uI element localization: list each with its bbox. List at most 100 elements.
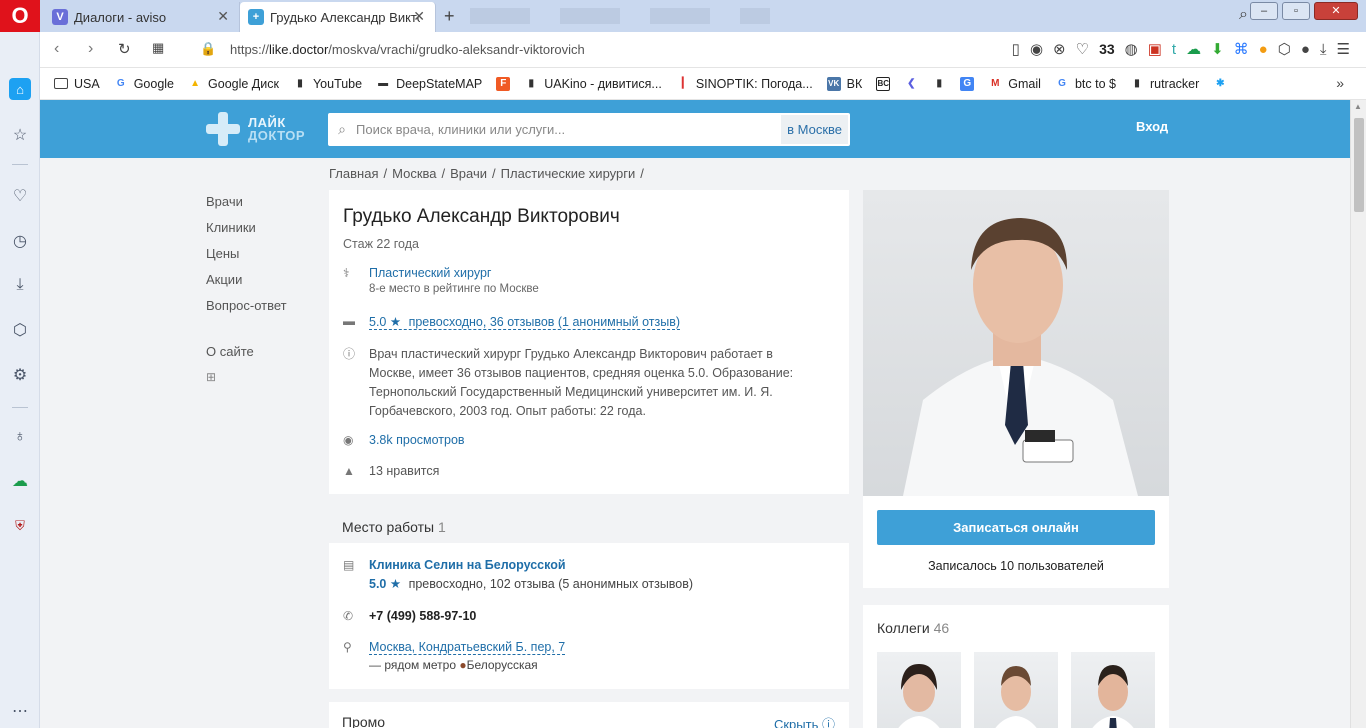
clinic-card: ▤ Клиника Селин на Белорусской 5.0 ★ пре…	[329, 543, 849, 689]
close-window-button[interactable]: ✕	[1314, 2, 1358, 20]
bookmark-vk[interactable]: VK ВК	[826, 76, 862, 91]
tab-search-icon[interactable]: ⌕	[1239, 6, 1248, 24]
colleague-photo[interactable]	[974, 652, 1058, 728]
rating-text: превосходно, 36 отзывов (1 анонимный отз…	[408, 315, 681, 329]
bitcoin-extension-icon[interactable]: ●	[1259, 41, 1268, 58]
back-icon[interactable]: ‹	[54, 40, 59, 58]
close-tab-icon[interactable]: ✕	[217, 8, 229, 25]
book-online-button[interactable]: Записаться онлайн	[877, 510, 1155, 545]
clinic-address[interactable]: Москва, Кондратьевский Б. пер, 7	[369, 640, 566, 655]
colleague-portrait-image	[898, 664, 940, 728]
nav-clinics[interactable]: Клиники	[206, 220, 287, 246]
breadcrumb-separator: /	[492, 166, 496, 181]
pdf-extension-icon[interactable]: ▣	[1148, 40, 1162, 58]
cube-extension-icon[interactable]: ⬡	[1278, 40, 1291, 58]
nav-qa[interactable]: Вопрос-ответ	[206, 298, 287, 324]
minimize-button[interactable]: –	[1250, 2, 1278, 20]
bookmark-bc[interactable]: BC	[876, 76, 891, 91]
scrollbar-thumb[interactable]	[1354, 118, 1364, 212]
easy-setup-icon[interactable]: ☰	[1337, 40, 1350, 58]
bookmark-file[interactable]: ▮	[932, 77, 946, 91]
reload-icon[interactable]: ↻	[118, 40, 131, 58]
globe-extension-icon[interactable]: ◍	[1125, 40, 1138, 58]
scroll-up-arrow-icon[interactable]: ▲	[1354, 102, 1362, 111]
bookmark-uakino[interactable]: ▮ UAKino - дивитися...	[524, 77, 662, 91]
thumbs-up-icon[interactable]: ▲	[343, 464, 369, 478]
nav-promotions[interactable]: Акции	[206, 272, 287, 298]
bookmark-arrow[interactable]: ❮	[904, 77, 918, 91]
reader-icon[interactable]: ▯	[1012, 40, 1020, 58]
page-scrollbar[interactable]: ▲	[1350, 100, 1366, 728]
downloads-icon[interactable]: ⤓	[9, 274, 31, 296]
promo-hide-button[interactable]: Скрыть ⓘ	[774, 714, 835, 728]
more-bookmarks-icon[interactable]: »	[1336, 75, 1344, 91]
speed-dial-star-icon[interactable]: ☆	[9, 124, 31, 146]
colleague-photo[interactable]	[877, 652, 961, 728]
more-options-icon[interactable]: ⋯	[9, 700, 31, 722]
views-count[interactable]: 3.8k просмотров	[369, 433, 465, 447]
clinic-phone[interactable]: +7 (499) 588-97-10	[369, 609, 476, 623]
bookmark-gmail[interactable]: M Gmail	[988, 77, 1041, 91]
block-icon[interactable]: ⊗	[1053, 40, 1066, 58]
sitemap-icon[interactable]: ⊞	[206, 370, 287, 396]
tumblr-extension-icon[interactable]: t	[1172, 41, 1176, 58]
lock-icon[interactable]: 🔒	[200, 41, 216, 57]
bookmark-rutracker[interactable]: ▮ rutracker	[1130, 77, 1199, 91]
vpn-cloud-icon[interactable]: ☁	[9, 470, 31, 492]
bc-icon: BC	[876, 76, 891, 91]
tab-aviso[interactable]: V Диалоги - aviso ✕	[44, 2, 240, 32]
likes-row: ▲ 13 нравится	[343, 464, 439, 478]
maximize-button[interactable]: ▫	[1282, 2, 1310, 20]
breadcrumb-moscow[interactable]: Москва	[392, 166, 436, 181]
bookmarks-heart-icon[interactable]: ♡	[9, 185, 31, 207]
speed-dial-icon[interactable]: ▦	[152, 40, 164, 56]
bookmark-sinoptik[interactable]: ┃ SINOPTIK: Погода...	[676, 77, 813, 91]
nav-doctors[interactable]: Врачи	[206, 194, 287, 220]
nav-prices[interactable]: Цены	[206, 246, 287, 272]
ublock-icon[interactable]: ⛨	[9, 515, 31, 537]
site-header: ЛАЙКДОКТОР ⌕ в Москве Вход	[40, 100, 1350, 158]
clinic-link[interactable]: Клиника Селин на Белорусской	[369, 558, 693, 572]
bookmark-youtube[interactable]: ▮ YouTube	[293, 77, 362, 91]
specialty-link[interactable]: Пластический хирург	[369, 266, 539, 280]
nav-about[interactable]: О сайте	[206, 344, 287, 370]
bookmark-btc[interactable]: Gbtc to $	[1055, 77, 1116, 91]
breadcrumb-home[interactable]: Главная	[329, 166, 378, 181]
new-tab-icon[interactable]: +	[444, 6, 455, 27]
command-extension-icon[interactable]: ⌘	[1234, 40, 1249, 58]
breadcrumb-doctors[interactable]: Врачи	[450, 166, 487, 181]
bookmark-deepstatemap[interactable]: ▬ DeepStateMAP	[376, 77, 482, 91]
folder-icon	[54, 78, 68, 89]
extensions-cube-icon[interactable]: ⬡	[9, 319, 31, 341]
colleague-photo[interactable]	[1071, 652, 1155, 728]
close-tab-icon[interactable]: ✕	[413, 8, 425, 25]
breadcrumb-separator: /	[383, 166, 388, 181]
settings-gear-icon[interactable]: ⚙	[9, 364, 31, 386]
reviews-link[interactable]: 5.0 ★ превосходно, 36 отзывов (1 анонимн…	[369, 314, 681, 330]
bookmark-star[interactable]: ✱	[1213, 77, 1227, 91]
history-icon[interactable]: ◷	[9, 230, 31, 252]
home-icon[interactable]: ⌂	[9, 78, 31, 100]
tab-like-doctor[interactable]: + Грудько Александр Виктор ✕	[240, 2, 436, 32]
site-logo[interactable]: ЛАЙК ДОКТОР	[206, 112, 305, 146]
search-input[interactable]	[352, 114, 782, 145]
search-city-selector[interactable]: в Москве	[781, 115, 848, 144]
cloud-extension-icon[interactable]: ☁	[1186, 40, 1201, 58]
bookmark-f[interactable]: F	[496, 76, 511, 91]
login-link[interactable]: Вход	[1136, 119, 1168, 134]
heart-icon[interactable]: ♡	[1076, 40, 1089, 58]
bookmark-usa[interactable]: USA	[54, 77, 100, 91]
download-extension-icon[interactable]: ⬇	[1211, 40, 1224, 58]
snapshot-icon[interactable]: ◉	[1030, 40, 1043, 58]
bookmark-google[interactable]: G Google	[114, 77, 174, 91]
downloads-icon[interactable]: ⤓	[1320, 41, 1327, 58]
forward-icon[interactable]: ›	[88, 40, 93, 58]
profile-icon[interactable]: ●	[1301, 41, 1310, 58]
opera-menu-button[interactable]: O	[0, 0, 40, 32]
bookmark-translate[interactable]: G	[960, 76, 975, 91]
bookmark-google-drive[interactable]: ▲ Google Диск	[188, 77, 279, 91]
url-field[interactable]: https://like.doctor/moskva/vrachi/grudko…	[230, 42, 585, 57]
breadcrumb-plastic-surgeons[interactable]: Пластические хирурги	[501, 166, 636, 181]
extension-counter[interactable]: 33	[1099, 41, 1115, 57]
tips-lightbulb-icon[interactable]: ♁	[9, 426, 31, 448]
